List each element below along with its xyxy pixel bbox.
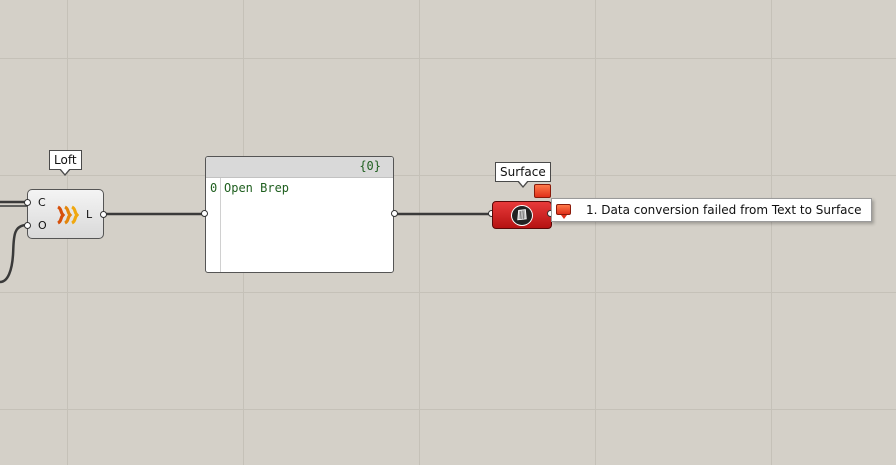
- panel-output-grip[interactable]: [391, 210, 398, 217]
- wires-layer: [0, 200, 492, 284]
- panel-row-index: 0: [210, 181, 218, 195]
- panel-path-label: {0}: [359, 159, 381, 173]
- loft-tooltip: Loft: [49, 150, 82, 176]
- error-balloon: 1. Data conversion failed from Text to S…: [551, 198, 872, 222]
- surface-tooltip: Surface: [495, 162, 551, 188]
- error-message-text: 1. Data conversion failed from Text to S…: [586, 203, 862, 217]
- input-grip-curves[interactable]: [24, 199, 31, 206]
- panel-input-grip[interactable]: [201, 210, 208, 217]
- panel-header: {0}: [206, 157, 393, 178]
- error-badge-icon[interactable]: [534, 184, 551, 198]
- surface-tooltip-text: Surface: [500, 165, 546, 179]
- input-grip-options[interactable]: [24, 222, 31, 229]
- output-label-loft: L: [86, 208, 93, 221]
- loft-tooltip-text: Loft: [54, 153, 77, 167]
- output-grip-loft[interactable]: [100, 211, 107, 218]
- wire-loft-options: [0, 223, 28, 284]
- surface-icon: [511, 205, 533, 226]
- error-message-icon: [556, 204, 571, 219]
- input-label-curves: C: [38, 196, 46, 209]
- panel-row-value: Open Brep: [224, 181, 290, 195]
- panel-row: 0 Open Brep: [210, 181, 289, 195]
- text-panel[interactable]: {0} 0 Open Brep: [205, 156, 394, 273]
- loft-icon: [57, 205, 79, 225]
- surface-parameter[interactable]: [492, 201, 552, 229]
- input-label-options: O: [38, 219, 47, 232]
- loft-component[interactable]: C O L: [24, 189, 107, 239]
